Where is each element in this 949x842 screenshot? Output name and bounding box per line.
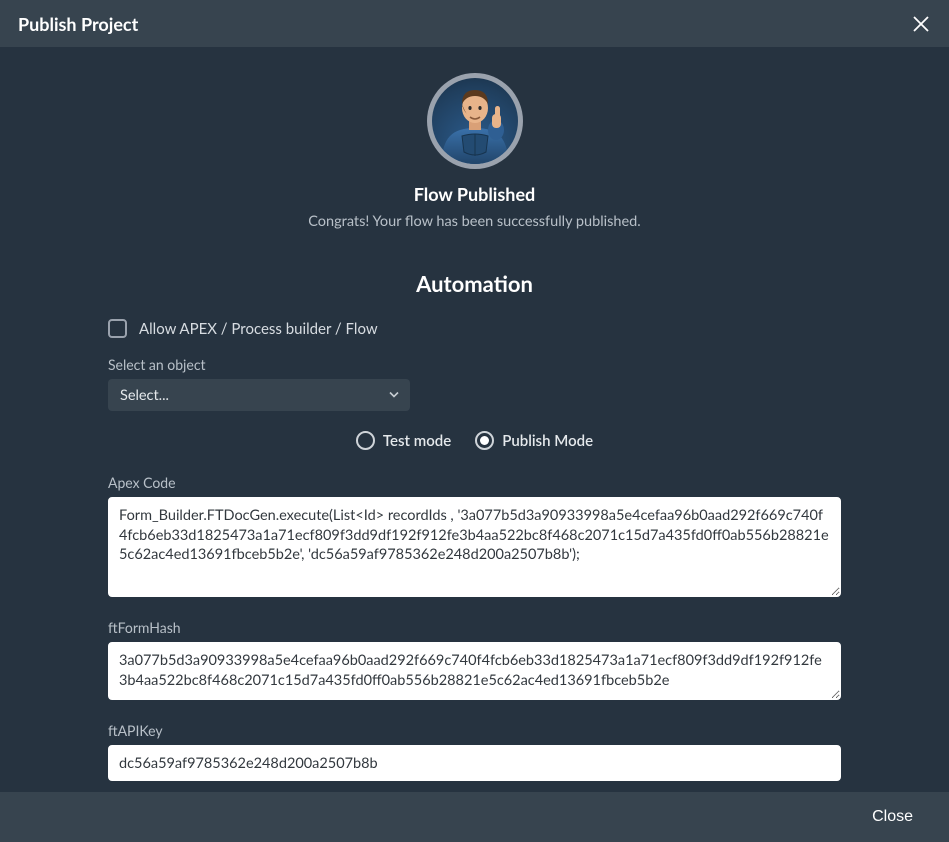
select-object-dropdown[interactable]: Select... bbox=[108, 379, 410, 411]
radio-icon bbox=[356, 431, 375, 450]
close-icon[interactable] bbox=[907, 10, 935, 38]
flow-published-title: Flow Published bbox=[414, 183, 536, 205]
select-object-value: Select... bbox=[120, 387, 169, 404]
ftformhash-block: ftFormHash bbox=[108, 619, 841, 704]
avatar bbox=[427, 73, 523, 169]
modal-body: Flow Published Congrats! Your flow has b… bbox=[0, 47, 949, 792]
modal-footer: Close bbox=[0, 792, 949, 842]
ftformhash-label: ftFormHash bbox=[108, 619, 841, 636]
close-button[interactable]: Close bbox=[860, 800, 925, 834]
ftformhash-textarea[interactable] bbox=[108, 642, 841, 700]
mode-test-radio[interactable]: Test mode bbox=[356, 431, 451, 450]
hero-avatar-icon bbox=[432, 78, 518, 164]
flow-published-subtitle: Congrats! Your flow has been successfull… bbox=[308, 213, 640, 230]
publish-project-modal: Publish Project bbox=[0, 0, 949, 842]
ftapikey-label: ftAPIKey bbox=[108, 722, 841, 739]
apex-code-label: Apex Code bbox=[108, 474, 841, 491]
ftapikey-input[interactable] bbox=[108, 745, 841, 781]
mode-publish-radio[interactable]: Publish Mode bbox=[475, 431, 593, 450]
mode-publish-label: Publish Mode bbox=[502, 432, 593, 450]
allow-apex-row[interactable]: Allow APEX / Process builder / Flow bbox=[108, 319, 841, 338]
apex-code-textarea[interactable] bbox=[108, 497, 841, 597]
success-hero: Flow Published Congrats! Your flow has b… bbox=[108, 73, 841, 230]
select-object-label: Select an object bbox=[108, 356, 841, 373]
apex-code-block: Apex Code bbox=[108, 474, 841, 601]
ftapikey-block: ftAPIKey bbox=[108, 722, 841, 781]
allow-apex-checkbox[interactable] bbox=[108, 319, 127, 338]
mode-radio-group: Test mode Publish Mode bbox=[108, 431, 841, 450]
radio-selected-icon bbox=[475, 431, 494, 450]
automation-title: Automation bbox=[108, 270, 841, 297]
modal-header: Publish Project bbox=[0, 0, 949, 47]
mode-test-label: Test mode bbox=[383, 432, 451, 450]
allow-apex-label: Allow APEX / Process builder / Flow bbox=[139, 320, 378, 338]
modal-title: Publish Project bbox=[18, 13, 138, 35]
